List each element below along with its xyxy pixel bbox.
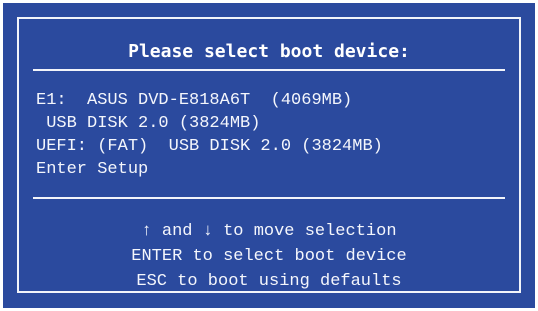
arrow-down-icon: ↓ bbox=[202, 222, 213, 241]
boot-device-usb-disk[interactable]: USB DISK 2.0 (3824MB) bbox=[36, 112, 502, 135]
arrow-up-icon: ↑ bbox=[141, 222, 152, 241]
boot-device-asus-dvd[interactable]: E1: ASUS DVD-E818A6T (4069MB) bbox=[36, 89, 502, 112]
help-line-esc: ESC to boot using defaults bbox=[136, 272, 402, 291]
help-divider bbox=[33, 197, 505, 199]
title-divider bbox=[33, 69, 505, 71]
help-and-text: and bbox=[151, 222, 203, 241]
help-move-text: to move selection bbox=[212, 222, 397, 241]
boot-device-list: E1: ASUS DVD-E818A6T (4069MB) USB DISK 2… bbox=[36, 89, 502, 181]
boot-menu-title: Please select boot device: bbox=[128, 41, 410, 62]
boot-device-uefi-usb-disk[interactable]: UEFI: (FAT) USB DISK 2.0 (3824MB) bbox=[36, 135, 502, 158]
help-line-navigation: ↑ and ↓ to move selection bbox=[19, 219, 519, 244]
boot-menu-frame: Please select boot device: E1: ASUS DVD-… bbox=[17, 17, 521, 293]
bios-boot-menu-screen: Please select boot device: E1: ASUS DVD-… bbox=[3, 3, 535, 308]
help-line-enter: ENTER to select boot device bbox=[131, 247, 407, 266]
enter-setup-option[interactable]: Enter Setup bbox=[36, 158, 502, 181]
help-section: ↑ and ↓ to move selection ENTER to selec… bbox=[19, 219, 519, 294]
